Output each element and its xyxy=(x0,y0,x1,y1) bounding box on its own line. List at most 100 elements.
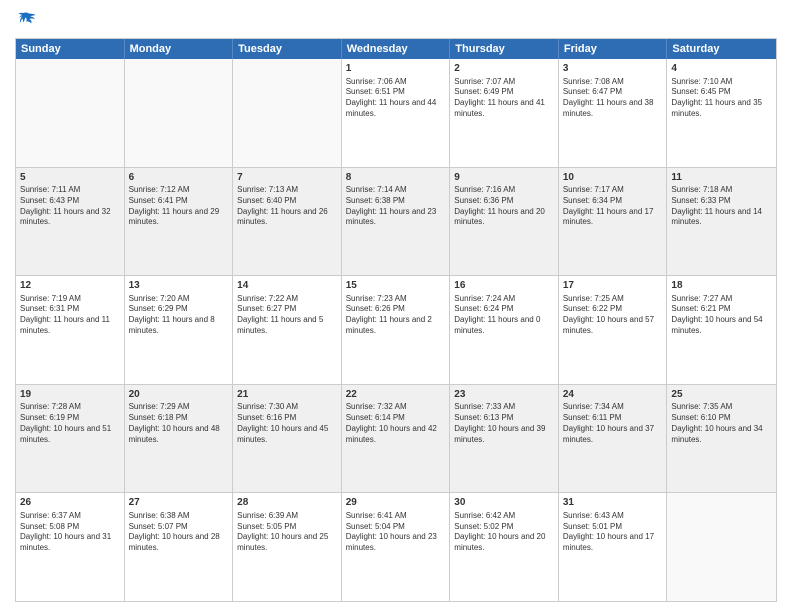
day-info: Sunrise: 7:13 AM Sunset: 6:40 PM Dayligh… xyxy=(237,185,337,228)
calendar-body: 1Sunrise: 7:06 AM Sunset: 6:51 PM Daylig… xyxy=(16,59,776,601)
day-number: 16 xyxy=(454,279,554,293)
calendar-empty-cell xyxy=(16,59,125,167)
day-number: 22 xyxy=(346,388,446,402)
calendar-day-29: 29Sunrise: 6:41 AM Sunset: 5:04 PM Dayli… xyxy=(342,493,451,601)
calendar-header-friday: Friday xyxy=(559,39,668,59)
day-number: 14 xyxy=(237,279,337,293)
day-number: 31 xyxy=(563,496,663,510)
calendar-day-26: 26Sunrise: 6:37 AM Sunset: 5:08 PM Dayli… xyxy=(16,493,125,601)
day-info: Sunrise: 7:32 AM Sunset: 6:14 PM Dayligh… xyxy=(346,402,446,445)
day-info: Sunrise: 6:39 AM Sunset: 5:05 PM Dayligh… xyxy=(237,511,337,554)
day-info: Sunrise: 7:23 AM Sunset: 6:26 PM Dayligh… xyxy=(346,294,446,337)
day-info: Sunrise: 7:24 AM Sunset: 6:24 PM Dayligh… xyxy=(454,294,554,337)
day-info: Sunrise: 7:16 AM Sunset: 6:36 PM Dayligh… xyxy=(454,185,554,228)
day-number: 25 xyxy=(671,388,772,402)
day-number: 6 xyxy=(129,171,229,185)
calendar-day-14: 14Sunrise: 7:22 AM Sunset: 6:27 PM Dayli… xyxy=(233,276,342,384)
day-info: Sunrise: 7:33 AM Sunset: 6:13 PM Dayligh… xyxy=(454,402,554,445)
calendar-header-monday: Monday xyxy=(125,39,234,59)
calendar-header-sunday: Sunday xyxy=(16,39,125,59)
day-number: 2 xyxy=(454,62,554,76)
day-info: Sunrise: 6:43 AM Sunset: 5:01 PM Dayligh… xyxy=(563,511,663,554)
day-info: Sunrise: 7:34 AM Sunset: 6:11 PM Dayligh… xyxy=(563,402,663,445)
calendar-day-8: 8Sunrise: 7:14 AM Sunset: 6:38 PM Daylig… xyxy=(342,168,451,276)
calendar-header: SundayMondayTuesdayWednesdayThursdayFrid… xyxy=(16,39,776,59)
day-number: 30 xyxy=(454,496,554,510)
calendar-day-22: 22Sunrise: 7:32 AM Sunset: 6:14 PM Dayli… xyxy=(342,385,451,493)
day-number: 10 xyxy=(563,171,663,185)
day-number: 4 xyxy=(671,62,772,76)
day-info: Sunrise: 6:37 AM Sunset: 5:08 PM Dayligh… xyxy=(20,511,120,554)
calendar-day-31: 31Sunrise: 6:43 AM Sunset: 5:01 PM Dayli… xyxy=(559,493,668,601)
day-info: Sunrise: 7:28 AM Sunset: 6:19 PM Dayligh… xyxy=(20,402,120,445)
day-info: Sunrise: 7:10 AM Sunset: 6:45 PM Dayligh… xyxy=(671,77,772,120)
day-number: 28 xyxy=(237,496,337,510)
calendar-day-10: 10Sunrise: 7:17 AM Sunset: 6:34 PM Dayli… xyxy=(559,168,668,276)
day-info: Sunrise: 7:14 AM Sunset: 6:38 PM Dayligh… xyxy=(346,185,446,228)
day-info: Sunrise: 7:20 AM Sunset: 6:29 PM Dayligh… xyxy=(129,294,229,337)
day-info: Sunrise: 6:41 AM Sunset: 5:04 PM Dayligh… xyxy=(346,511,446,554)
day-number: 1 xyxy=(346,62,446,76)
calendar-day-11: 11Sunrise: 7:18 AM Sunset: 6:33 PM Dayli… xyxy=(667,168,776,276)
calendar-day-28: 28Sunrise: 6:39 AM Sunset: 5:05 PM Dayli… xyxy=(233,493,342,601)
day-number: 20 xyxy=(129,388,229,402)
day-number: 17 xyxy=(563,279,663,293)
calendar-header-tuesday: Tuesday xyxy=(233,39,342,59)
calendar-day-20: 20Sunrise: 7:29 AM Sunset: 6:18 PM Dayli… xyxy=(125,385,234,493)
day-info: Sunrise: 7:27 AM Sunset: 6:21 PM Dayligh… xyxy=(671,294,772,337)
calendar-day-3: 3Sunrise: 7:08 AM Sunset: 6:47 PM Daylig… xyxy=(559,59,668,167)
day-number: 23 xyxy=(454,388,554,402)
day-number: 26 xyxy=(20,496,120,510)
calendar-day-13: 13Sunrise: 7:20 AM Sunset: 6:29 PM Dayli… xyxy=(125,276,234,384)
day-number: 24 xyxy=(563,388,663,402)
day-info: Sunrise: 7:30 AM Sunset: 6:16 PM Dayligh… xyxy=(237,402,337,445)
calendar-day-1: 1Sunrise: 7:06 AM Sunset: 6:51 PM Daylig… xyxy=(342,59,451,167)
day-info: Sunrise: 7:17 AM Sunset: 6:34 PM Dayligh… xyxy=(563,185,663,228)
header xyxy=(15,10,777,30)
page: SundayMondayTuesdayWednesdayThursdayFrid… xyxy=(0,0,792,612)
calendar-day-27: 27Sunrise: 6:38 AM Sunset: 5:07 PM Dayli… xyxy=(125,493,234,601)
day-number: 3 xyxy=(563,62,663,76)
day-info: Sunrise: 7:35 AM Sunset: 6:10 PM Dayligh… xyxy=(671,402,772,445)
day-number: 29 xyxy=(346,496,446,510)
calendar-empty-cell xyxy=(667,493,776,601)
calendar-day-30: 30Sunrise: 6:42 AM Sunset: 5:02 PM Dayli… xyxy=(450,493,559,601)
day-info: Sunrise: 7:06 AM Sunset: 6:51 PM Dayligh… xyxy=(346,77,446,120)
logo xyxy=(15,10,37,30)
calendar-header-thursday: Thursday xyxy=(450,39,559,59)
calendar-week-4: 19Sunrise: 7:28 AM Sunset: 6:19 PM Dayli… xyxy=(16,385,776,494)
day-number: 19 xyxy=(20,388,120,402)
calendar-week-2: 5Sunrise: 7:11 AM Sunset: 6:43 PM Daylig… xyxy=(16,168,776,277)
day-info: Sunrise: 7:22 AM Sunset: 6:27 PM Dayligh… xyxy=(237,294,337,337)
day-info: Sunrise: 7:25 AM Sunset: 6:22 PM Dayligh… xyxy=(563,294,663,337)
calendar-day-25: 25Sunrise: 7:35 AM Sunset: 6:10 PM Dayli… xyxy=(667,385,776,493)
calendar-day-17: 17Sunrise: 7:25 AM Sunset: 6:22 PM Dayli… xyxy=(559,276,668,384)
calendar-day-7: 7Sunrise: 7:13 AM Sunset: 6:40 PM Daylig… xyxy=(233,168,342,276)
day-info: Sunrise: 7:18 AM Sunset: 6:33 PM Dayligh… xyxy=(671,185,772,228)
calendar-day-15: 15Sunrise: 7:23 AM Sunset: 6:26 PM Dayli… xyxy=(342,276,451,384)
day-info: Sunrise: 7:12 AM Sunset: 6:41 PM Dayligh… xyxy=(129,185,229,228)
day-number: 12 xyxy=(20,279,120,293)
day-info: Sunrise: 6:42 AM Sunset: 5:02 PM Dayligh… xyxy=(454,511,554,554)
calendar-day-21: 21Sunrise: 7:30 AM Sunset: 6:16 PM Dayli… xyxy=(233,385,342,493)
day-number: 7 xyxy=(237,171,337,185)
day-number: 27 xyxy=(129,496,229,510)
day-info: Sunrise: 7:11 AM Sunset: 6:43 PM Dayligh… xyxy=(20,185,120,228)
calendar-empty-cell xyxy=(125,59,234,167)
logo-bird-icon xyxy=(17,10,37,30)
day-info: Sunrise: 6:38 AM Sunset: 5:07 PM Dayligh… xyxy=(129,511,229,554)
calendar-day-18: 18Sunrise: 7:27 AM Sunset: 6:21 PM Dayli… xyxy=(667,276,776,384)
day-number: 9 xyxy=(454,171,554,185)
calendar: SundayMondayTuesdayWednesdayThursdayFrid… xyxy=(15,38,777,602)
calendar-day-24: 24Sunrise: 7:34 AM Sunset: 6:11 PM Dayli… xyxy=(559,385,668,493)
calendar-day-16: 16Sunrise: 7:24 AM Sunset: 6:24 PM Dayli… xyxy=(450,276,559,384)
calendar-day-9: 9Sunrise: 7:16 AM Sunset: 6:36 PM Daylig… xyxy=(450,168,559,276)
calendar-header-wednesday: Wednesday xyxy=(342,39,451,59)
calendar-day-4: 4Sunrise: 7:10 AM Sunset: 6:45 PM Daylig… xyxy=(667,59,776,167)
calendar-day-2: 2Sunrise: 7:07 AM Sunset: 6:49 PM Daylig… xyxy=(450,59,559,167)
day-info: Sunrise: 7:19 AM Sunset: 6:31 PM Dayligh… xyxy=(20,294,120,337)
day-number: 8 xyxy=(346,171,446,185)
calendar-header-saturday: Saturday xyxy=(667,39,776,59)
calendar-empty-cell xyxy=(233,59,342,167)
day-number: 15 xyxy=(346,279,446,293)
